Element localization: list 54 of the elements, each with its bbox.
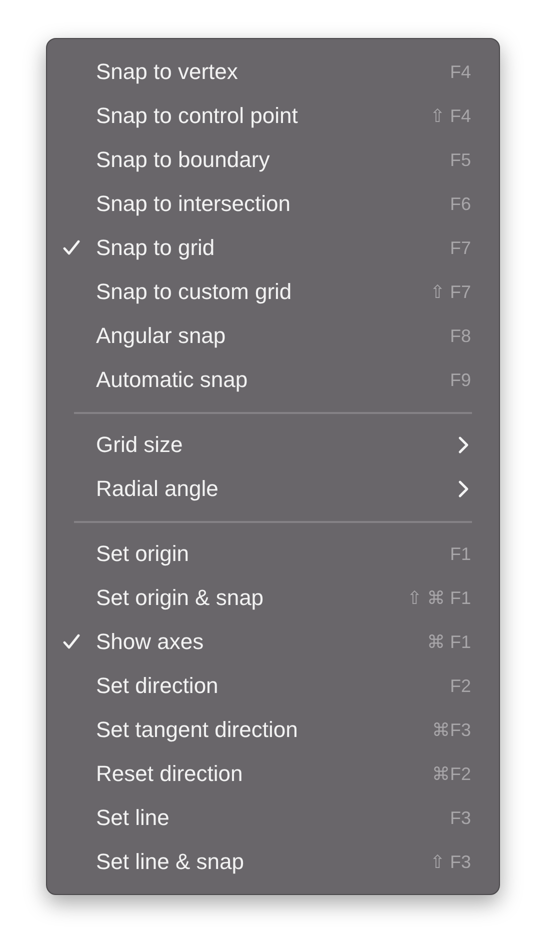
- keyboard-shortcut: F9: [450, 370, 471, 390]
- keyboard-shortcut: ⌘F3: [432, 719, 471, 741]
- menu-item-label: Reset direction: [96, 761, 244, 787]
- menu-item[interactable]: Snap to boundary F5: [63, 138, 471, 182]
- keyboard-shortcut: F6: [450, 194, 471, 214]
- keyboard-shortcut: F1: [450, 544, 471, 564]
- chevron-right-icon: [458, 436, 469, 454]
- menu-item[interactable]: Snap to intersection F6: [63, 182, 471, 226]
- menu-item[interactable]: Set line F3: [63, 796, 471, 840]
- menu-item-label: Set direction: [96, 673, 220, 699]
- menu-item[interactable]: Snap to control point ⇧ F4: [63, 94, 471, 138]
- menu-item-label: Snap to custom grid: [96, 279, 293, 305]
- keyboard-shortcut: F8: [450, 326, 471, 346]
- menu-item-label: Snap to boundary: [96, 147, 271, 173]
- keyboard-shortcut: ⇧ F7: [430, 281, 471, 303]
- menu-item-label: Set line & snap: [96, 849, 245, 875]
- menu-item[interactable]: Snap to custom grid ⇧ F7: [63, 270, 471, 314]
- menu-item[interactable]: Set origin F1: [63, 532, 471, 576]
- menu-item-label: Snap to grid: [96, 235, 216, 261]
- keyboard-shortcut: ⇧ F3: [430, 851, 471, 873]
- menu-item[interactable]: Set origin & snap ⇧ ⌘ F1: [63, 576, 471, 620]
- keyboard-shortcut: F3: [450, 808, 471, 828]
- menu-item[interactable]: Set direction F2: [63, 664, 471, 708]
- menu-item-label: Set origin & snap: [96, 585, 265, 611]
- keyboard-shortcut: F4: [450, 62, 471, 82]
- submenu-item[interactable]: Grid size: [63, 423, 471, 467]
- keyboard-shortcut: ⇧ F4: [430, 105, 471, 127]
- menu-item-label: Radial angle: [96, 476, 220, 502]
- menu-item-label: Set line: [96, 805, 170, 831]
- menu-item-label: Automatic snap: [96, 367, 249, 393]
- menu-item[interactable]: Snap to grid F7: [63, 226, 471, 270]
- menu-item-label: Set tangent direction: [96, 717, 299, 743]
- keyboard-shortcut: F5: [450, 150, 471, 170]
- menu-item-label: Grid size: [96, 432, 184, 458]
- keyboard-shortcut: F2: [450, 676, 471, 696]
- menu-item[interactable]: Automatic snap F9: [63, 358, 471, 402]
- menu-item-label: Snap to control point: [96, 103, 299, 129]
- menu-item[interactable]: Show axes ⌘ F1: [63, 620, 471, 664]
- menu-item-label: Snap to vertex: [96, 59, 239, 85]
- menu-item-label: Snap to intersection: [96, 191, 292, 217]
- menu-item-label: Set origin: [96, 541, 190, 567]
- menu-item[interactable]: Angular snap F8: [63, 314, 471, 358]
- keyboard-shortcut: ⌘F2: [432, 763, 471, 785]
- menu-item[interactable]: Reset direction ⌘F2: [63, 752, 471, 796]
- keyboard-shortcut: ⌘ F1: [426, 631, 471, 653]
- menu-item-label: Angular snap: [96, 323, 227, 349]
- menu-item[interactable]: Set tangent direction ⌘F3: [63, 708, 471, 752]
- menu-item[interactable]: Snap to vertex F4: [63, 50, 471, 94]
- submenu-item[interactable]: Radial angle: [63, 467, 471, 511]
- menu-item-label: Show axes: [96, 629, 205, 655]
- keyboard-shortcut: ⇧ ⌘ F1: [406, 587, 471, 609]
- chevron-right-icon: [458, 480, 469, 498]
- menu-item[interactable]: Set line & snap ⇧ F3: [63, 840, 471, 884]
- keyboard-shortcut: F7: [450, 238, 471, 258]
